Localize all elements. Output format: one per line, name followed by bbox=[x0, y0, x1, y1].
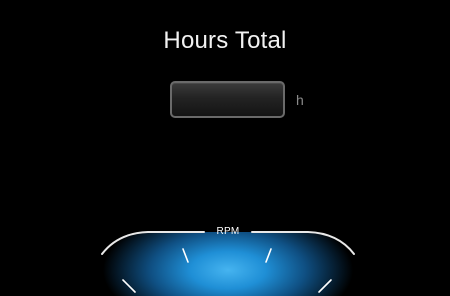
hours-total-screen: Hours Total h RPM bbox=[0, 0, 450, 296]
hours-unit-label: h bbox=[296, 92, 304, 108]
page-title: Hours Total bbox=[163, 27, 287, 54]
hours-total-field[interactable] bbox=[170, 81, 285, 118]
rpm-gauge: RPM bbox=[86, 222, 370, 296]
gauge-label: RPM bbox=[216, 226, 240, 237]
